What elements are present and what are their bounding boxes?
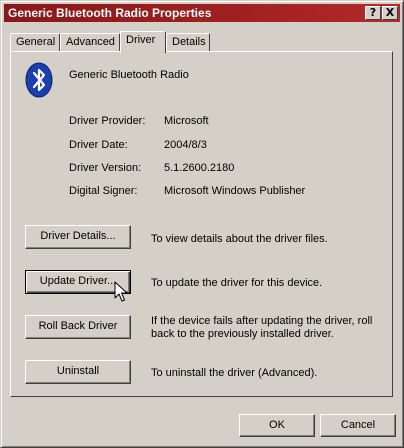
driver-details-button[interactable]: Driver Details... [25,225,131,249]
help-icon: ? [369,6,377,19]
uninstall-description: To uninstall the driver (Advanced). [151,367,318,379]
digital-signer-value: Microsoft Windows Publisher [164,185,306,197]
ok-button[interactable]: OK [239,414,315,437]
tab-advanced-label: Advanced [66,36,115,48]
window-title: Generic Bluetooth Radio Properties [8,6,212,20]
roll-back-description-line2: back to the previously installed driver. [151,328,334,340]
update-driver-button-label: Update Driver... [39,275,117,287]
driver-date-value: 2004/8/3 [164,139,207,151]
roll-back-description-line1: If the device fails after updating the d… [151,315,373,327]
driver-provider-label: Driver Provider: [69,115,146,127]
close-icon: X [385,6,395,19]
tab-details-label: Details [172,36,206,48]
driver-version-value: 5.1.2600.2180 [164,162,235,174]
device-name: Generic Bluetooth Radio [69,69,189,81]
driver-tab-panel: Generic Bluetooth Radio Driver Provider:… [10,51,393,397]
uninstall-button[interactable]: Uninstall [25,360,131,384]
driver-provider-value: Microsoft [164,115,209,127]
title-bar[interactable]: Generic Bluetooth Radio Properties ? X [4,4,400,22]
close-button[interactable]: X [382,6,398,20]
roll-back-driver-button[interactable]: Roll Back Driver [25,315,131,339]
mouse-pointer-icon [114,281,128,302]
driver-details-button-label: Driver Details... [40,230,116,242]
tab-advanced[interactable]: Advanced [60,33,120,51]
tab-driver[interactable]: Driver [120,31,166,53]
tab-details[interactable]: Details [166,33,210,51]
driver-details-description: To view details about the driver files. [151,233,328,245]
cancel-button[interactable]: Cancel [320,414,396,437]
properties-dialog: Generic Bluetooth Radio Properties ? X G… [0,0,404,448]
driver-version-label: Driver Version: [69,162,142,174]
digital-signer-label: Digital Signer: [69,185,138,197]
ok-button-label: OK [269,419,285,431]
help-button[interactable]: ? [365,6,381,20]
tab-general-label: General [16,36,56,48]
tab-general[interactable]: General [10,33,60,51]
update-driver-description: To update the driver for this device. [151,277,323,289]
tab-driver-label: Driver [126,34,156,46]
uninstall-button-label: Uninstall [56,365,100,377]
bluetooth-icon [25,62,53,98]
driver-date-label: Driver Date: [69,139,128,151]
roll-back-driver-button-label: Roll Back Driver [38,320,118,332]
cancel-button-label: Cancel [340,419,376,431]
